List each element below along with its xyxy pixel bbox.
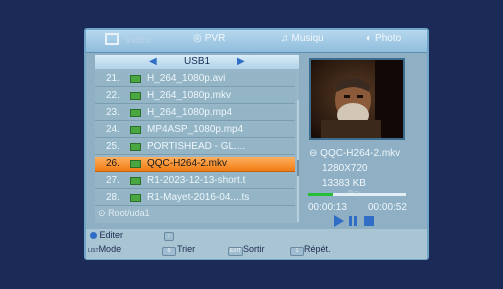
arrow-key-icon: ↕	[164, 232, 174, 241]
tab-video[interactable]: Vidéo	[105, 33, 150, 46]
video-file-icon	[130, 75, 141, 83]
tab-music-label: Musiqu	[291, 33, 324, 44]
video-file-icon	[130, 143, 141, 151]
file-number: 25.	[106, 141, 120, 152]
file-row[interactable]: 21. H_264_1080p.avi	[95, 72, 295, 87]
playback-controls	[334, 215, 374, 227]
file-name: H_264_1080p.mkv	[147, 90, 231, 101]
info-filesize: 13383 KB	[322, 178, 366, 189]
mode-label: Mode	[98, 244, 122, 254]
source-label: USB1	[183, 56, 211, 67]
file-name: MP4ASP_1080p.mp4	[147, 124, 244, 135]
file-list-panel: ◀ USB1 ▶ 21. H_264_1080p.avi 22. H_264_1…	[95, 55, 299, 223]
elapsed-time: 00:00:13	[308, 202, 347, 213]
video-file-icon	[130, 160, 141, 168]
one-key-icon: 1	[290, 247, 304, 256]
file-name: R1-2023-12-13-short.t	[147, 175, 246, 186]
blue-key-icon	[90, 232, 97, 239]
pause-icon[interactable]	[349, 216, 352, 226]
video-file-icon	[130, 126, 141, 134]
left-arrow-icon[interactable]: ◀	[149, 55, 157, 69]
edit-label: Editer	[99, 230, 124, 240]
progress-fill	[308, 193, 333, 196]
file-name: H_264_1080p.mp4	[147, 107, 233, 118]
play-icon[interactable]	[334, 215, 344, 227]
total-time: 00:00:52	[368, 202, 407, 213]
file-row[interactable]: 22. H_264_1080p.mkv	[95, 89, 295, 104]
sort-label[interactable]: Trier	[177, 244, 195, 254]
file-number: 23.	[106, 107, 120, 118]
bottom-key-bar: Editer ↕ LISTMode 0 Trier EXIT Sortir 1 …	[86, 229, 427, 259]
file-name: H_264_1080p.avi	[147, 73, 226, 84]
film-icon	[105, 33, 119, 45]
file-row[interactable]: 24. MP4ASP_1080p.mp4	[95, 123, 295, 138]
path-label: Root/uda1	[108, 208, 150, 218]
scrollbar[interactable]	[297, 100, 299, 222]
edit-hint[interactable]: Editer	[90, 230, 123, 240]
folder-icon: ⊙	[98, 208, 106, 218]
current-path: ⊙ Root/uda1	[98, 208, 150, 219]
record-icon: ◎	[193, 33, 202, 44]
tab-photo-label: Photo	[375, 33, 402, 44]
tab-photo[interactable]: ◐ Photo	[366, 33, 401, 44]
tab-pvr-label: PVR	[204, 33, 226, 44]
file-number: 26.	[106, 158, 120, 169]
file-number: 27.	[106, 175, 120, 186]
file-row[interactable]: 28. R1-Mayet-2016-04....ts	[95, 191, 295, 206]
video-file-icon	[130, 194, 141, 202]
exit-label[interactable]: Sortir	[243, 244, 265, 254]
repeat-label[interactable]: Répét.	[304, 244, 331, 254]
tab-video-label: Vidéo	[124, 35, 151, 46]
exit-key-icon: EXIT	[228, 247, 243, 256]
file-row-selected[interactable]: 26. QQC-H264-2.mkv	[95, 157, 295, 172]
info-filename: ⊖ QQC-H264-2.mkv	[309, 148, 400, 159]
video-file-icon	[130, 92, 141, 100]
file-number: 28.	[106, 192, 120, 203]
music-note-icon: ♫	[281, 33, 289, 44]
file-number: 24.	[106, 124, 120, 135]
file-number: 21.	[106, 73, 120, 84]
info-filename-text: QQC-H264-2.mkv	[320, 148, 401, 159]
file-name: PORTISHEAD - GL....	[147, 141, 246, 152]
video-file-icon	[130, 177, 141, 185]
video-thumbnail-image	[311, 60, 403, 138]
tab-pvr[interactable]: ◎ PVR	[193, 33, 225, 44]
file-name: R1-Mayet-2016-04....ts	[147, 192, 250, 203]
tab-music[interactable]: ♫ Musiqu	[281, 33, 324, 44]
file-row[interactable]: 23. H_264_1080p.mp4	[95, 106, 295, 121]
list-key-icon: LIST	[88, 248, 99, 254]
playback-progress-bar[interactable]	[308, 193, 406, 196]
file-row[interactable]: 25. PORTISHEAD - GL....	[95, 140, 295, 155]
tab-bar: Vidéo ◎ PVR ♫ Musiqu ◐ Photo	[86, 30, 427, 53]
mode-hint[interactable]: LISTMode	[88, 244, 121, 254]
stop-icon[interactable]	[364, 216, 374, 226]
file-row[interactable]: 27. R1-2023-12-13-short.t	[95, 174, 295, 189]
pause-icon-bar	[354, 216, 357, 226]
info-icon: ⊖	[309, 148, 318, 159]
zero-key-icon: 0	[162, 247, 176, 256]
video-preview	[309, 58, 405, 140]
source-selector[interactable]: ◀ USB1 ▶	[95, 55, 299, 69]
file-name: QQC-H264-2.mkv	[147, 158, 228, 169]
scrollbar-thumb[interactable]	[297, 160, 299, 176]
media-player-window: Vidéo ◎ PVR ♫ Musiqu ◐ Photo ◀ USB1 ▶ 21. H…	[84, 28, 429, 260]
right-arrow-icon[interactable]: ▶	[237, 55, 245, 69]
video-file-icon	[130, 109, 141, 117]
info-resolution: 1280X720	[322, 163, 368, 174]
file-number: 22.	[106, 90, 120, 101]
photo-icon: ◐	[366, 33, 373, 44]
